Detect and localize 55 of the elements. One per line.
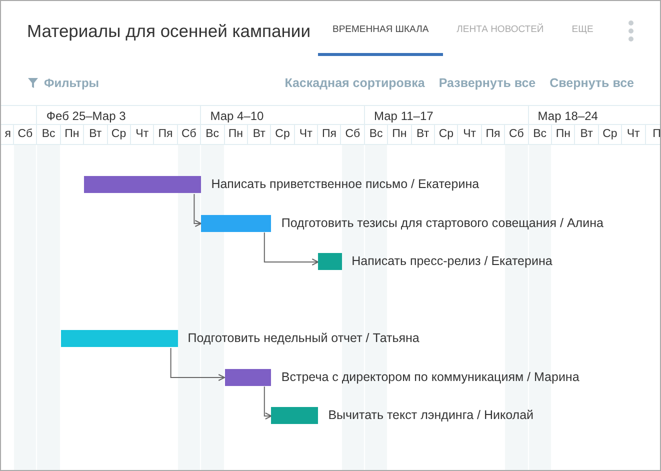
day-label: Пя bbox=[158, 128, 173, 140]
day-label: Ср bbox=[602, 128, 618, 140]
week-label: Мар 18–24 bbox=[538, 109, 598, 123]
week-label: Мар 11–17 bbox=[374, 109, 434, 123]
task-label: Подготовить недельный отчет / Татьяна bbox=[188, 330, 420, 347]
day-label: Вс bbox=[206, 128, 220, 140]
tab[interactable]: ВРЕМЕННАЯ ШКАЛА bbox=[318, 6, 443, 56]
day-label: Сб bbox=[345, 128, 360, 140]
tab[interactable]: ЕЩЕ bbox=[558, 6, 608, 56]
day-label: Чт bbox=[463, 128, 476, 140]
day-label: Вт bbox=[580, 128, 593, 140]
week-label: Феб 25–Мар 3 bbox=[46, 109, 126, 123]
day-label: П bbox=[652, 128, 660, 140]
day-label: Ср bbox=[438, 128, 454, 140]
dependency-arrow bbox=[264, 232, 320, 266]
day-label: Вт bbox=[416, 128, 430, 140]
task-bar[interactable] bbox=[224, 368, 272, 386]
more-icon[interactable] bbox=[628, 20, 634, 42]
day-label: Вт bbox=[89, 128, 102, 140]
toolbar-link[interactable]: Каскадная сортировка bbox=[284, 76, 425, 90]
day-label: я bbox=[4, 128, 11, 140]
day-label: Вс bbox=[42, 128, 56, 140]
day-label: Сб bbox=[181, 128, 196, 140]
task-label: Подготовить тезисы для стартового совещания / Алина bbox=[281, 214, 604, 232]
task-label: Вычитать текст лэндинга / Николай bbox=[328, 407, 534, 424]
page-title: Материалы для осенней кампании bbox=[27, 20, 310, 42]
day-label: Пн bbox=[392, 128, 407, 140]
day-label: Пя bbox=[322, 128, 337, 140]
task-bar[interactable] bbox=[201, 214, 272, 232]
day-label: Чт bbox=[136, 128, 149, 140]
toolbar-link[interactable]: Развернуть все bbox=[438, 76, 536, 90]
day-label: Пя bbox=[486, 128, 500, 140]
day-label: Чт bbox=[299, 128, 312, 140]
day-label: Вс bbox=[369, 128, 383, 140]
day-label: Вс bbox=[533, 128, 546, 140]
tab[interactable]: ЛЕНТА НОВОСТЕЙ bbox=[442, 6, 558, 56]
day-label: Сб bbox=[18, 128, 33, 140]
task-label: Написать пресс-релиз / Екатерина bbox=[352, 253, 552, 270]
day-label: Ср bbox=[275, 128, 290, 140]
filter-icon bbox=[28, 78, 38, 88]
day-label: Пн bbox=[64, 128, 80, 140]
day-label: Ср bbox=[111, 128, 126, 140]
dependency-arrow bbox=[170, 348, 226, 381]
dependency-arrow bbox=[264, 386, 273, 420]
task-label: Встреча с директором по коммуникациям / Марина bbox=[281, 368, 580, 386]
day-label: Сб bbox=[508, 128, 524, 140]
day-label: Чт bbox=[626, 128, 640, 140]
task-label: Написать приветственное письмо / Екатерина bbox=[211, 176, 480, 193]
toolbar-link[interactable]: Свернуть все bbox=[550, 76, 634, 90]
day-label: Вт bbox=[252, 128, 266, 140]
week-label: Мар 4–10 bbox=[210, 109, 264, 123]
day-label: Пн bbox=[228, 128, 244, 140]
dependency-arrow bbox=[194, 194, 202, 227]
filters-button[interactable]: Фильтры bbox=[28, 76, 100, 90]
day-label: Пн bbox=[556, 128, 570, 140]
